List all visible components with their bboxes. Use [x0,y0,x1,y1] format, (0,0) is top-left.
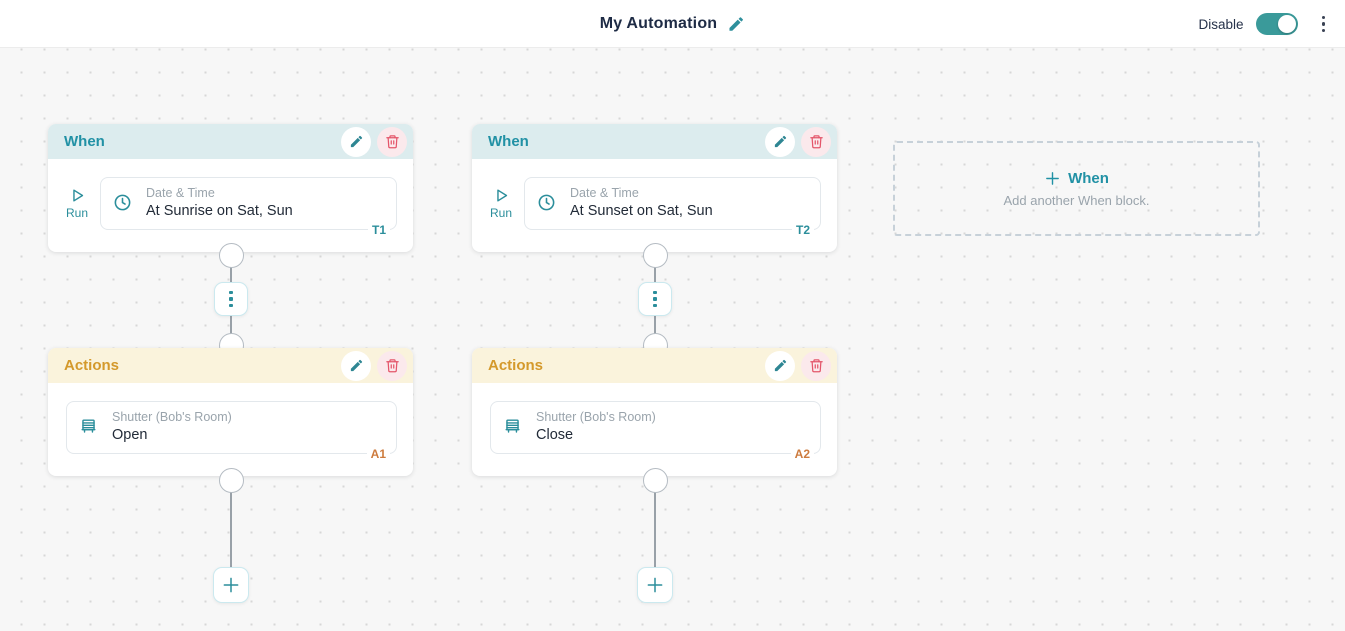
when-block-1: When Run Date & Time At Sunrise on Sat, … [48,124,413,252]
add-when-block-button[interactable]: When Add another When block. [893,141,1260,236]
connector-line [654,478,656,578]
trigger-texts: Date & Time At Sunrise on Sat, Sun [146,186,293,219]
trigger-tag: T1 [368,223,390,237]
action-value: Close [536,427,656,443]
run-label: Run [490,206,512,220]
when-block-1-body: Run Date & Time At Sunrise on Sat, Sun T… [48,159,413,252]
top-bar: My Automation Disable [0,0,1345,48]
trigger-card-2[interactable]: Date & Time At Sunset on Sat, Sun T2 [524,177,821,230]
trash-icon [385,358,400,373]
when-block-2-body: Run Date & Time At Sunset on Sat, Sun T2 [472,159,837,252]
disable-label: Disable [1198,17,1243,32]
shutter-icon [503,417,522,436]
play-icon [493,187,510,204]
actions-block-1-title: Actions [64,357,119,374]
header-controls: Disable [1198,0,1331,48]
delete-actions-2-button[interactable] [801,351,831,381]
trigger-card-1[interactable]: Date & Time At Sunrise on Sat, Sun T1 [100,177,397,230]
actions-block-2-header: Actions [472,348,837,383]
trash-icon [809,358,824,373]
clock-icon [113,193,132,212]
action-card-2[interactable]: Shutter (Bob's Room) Close A2 [490,401,821,454]
action-card-1[interactable]: Shutter (Bob's Room) Open A1 [66,401,397,454]
plus-icon [1044,170,1061,187]
action-device-label: Shutter (Bob's Room) [112,410,232,424]
connector-node [643,243,668,268]
run-label: Run [66,206,88,220]
title-area: My Automation [600,0,746,48]
trigger-type-label: Date & Time [146,186,293,200]
toggle-knob [1278,15,1296,33]
edit-actions-1-button[interactable] [341,351,371,381]
automation-canvas: When Run Date & Time At Sunrise on Sat, … [0,48,1345,631]
add-when-label: When [1068,170,1109,187]
when-block-1-header: When [48,124,413,159]
plus-icon [645,575,665,595]
actions-block-1: Actions Shutter (Bob's Room) Open A1 [48,348,413,476]
delete-when-1-button[interactable] [377,127,407,157]
add-when-hint: Add another When block. [1004,193,1150,208]
action-tag: A2 [791,447,814,461]
add-when-heading: When [1044,170,1109,187]
action-device-label: Shutter (Bob's Room) [536,410,656,424]
when-block-2: When Run Date & Time At Sunset on Sat, S… [472,124,837,252]
pencil-icon [349,358,364,373]
trash-icon [809,134,824,149]
run-trigger-2-button[interactable]: Run [484,187,518,220]
plus-icon [221,575,241,595]
shutter-icon [79,417,98,436]
when-block-1-title: When [64,133,105,150]
connector-line [230,478,232,578]
delete-when-2-button[interactable] [801,127,831,157]
action-texts: Shutter (Bob's Room) Close [536,410,656,443]
connector-node [219,468,244,493]
connector-options-button[interactable] [214,282,248,316]
connector-node [643,468,668,493]
edit-when-1-button[interactable] [341,127,371,157]
page-title: My Automation [600,15,718,33]
run-trigger-1-button[interactable]: Run [60,187,94,220]
action-tag: A1 [367,447,390,461]
more-options-kebab-icon[interactable] [1316,12,1332,37]
edit-actions-2-button[interactable] [765,351,795,381]
edit-title-pencil-icon[interactable] [727,15,745,33]
add-action-2-button[interactable] [637,567,673,603]
trigger-value: At Sunrise on Sat, Sun [146,203,293,219]
add-action-1-button[interactable] [213,567,249,603]
connector-options-button[interactable] [638,282,672,316]
action-value: Open [112,427,232,443]
connector-node [219,243,244,268]
actions-block-2: Actions Shutter (Bob's Room) Close A2 [472,348,837,476]
actions-block-2-body: Shutter (Bob's Room) Close A2 [472,383,837,476]
trigger-type-label: Date & Time [570,186,713,200]
when-block-2-title: When [488,133,529,150]
trigger-texts: Date & Time At Sunset on Sat, Sun [570,186,713,219]
actions-block-1-header: Actions [48,348,413,383]
actions-block-2-title: Actions [488,357,543,374]
trigger-value: At Sunset on Sat, Sun [570,203,713,219]
pencil-icon [349,134,364,149]
trash-icon [385,134,400,149]
delete-actions-1-button[interactable] [377,351,407,381]
edit-when-2-button[interactable] [765,127,795,157]
actions-block-1-body: Shutter (Bob's Room) Open A1 [48,383,413,476]
pencil-icon [773,134,788,149]
action-texts: Shutter (Bob's Room) Open [112,410,232,443]
when-block-2-header: When [472,124,837,159]
clock-icon [537,193,556,212]
pencil-icon [773,358,788,373]
disable-toggle[interactable] [1256,13,1298,35]
play-icon [69,187,86,204]
trigger-tag: T2 [792,223,814,237]
